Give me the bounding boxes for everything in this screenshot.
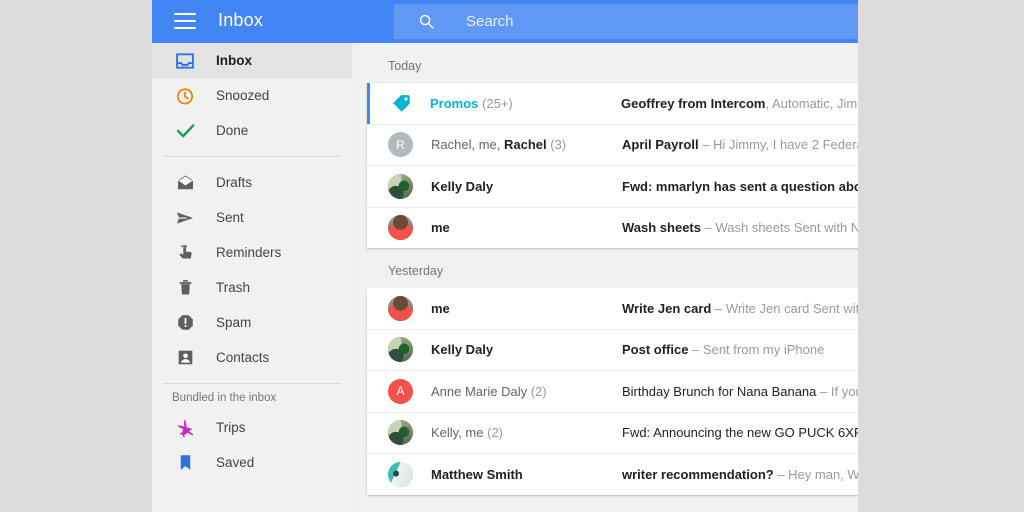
sidebar: Inbox Snoozed Done Drafts Sent Reminders…	[152, 43, 352, 512]
email-row[interactable]: Kelly, me (2) Fwd: Announcing the new GO …	[367, 412, 858, 454]
sidebar-item-sent[interactable]: Sent	[152, 200, 352, 235]
email-row[interactable]: A Anne Marie Daly (2) Birthday Brunch for …	[367, 371, 858, 413]
email-senders: me	[431, 300, 450, 316]
email-subject: April Payroll – Hi Jimmy, I have 2 Feder…	[622, 137, 858, 153]
email-subject: Fwd: Announcing the new GO PUCK 6XR +	[622, 425, 858, 441]
email-senders: Kelly Daly	[431, 342, 494, 358]
email-senders: Kelly Daly	[431, 178, 494, 194]
page-background-left	[0, 0, 152, 512]
avatar	[388, 215, 413, 241]
day-separator-label: Today	[388, 59, 422, 73]
email-senders: Anne Marie Daly (2)	[431, 383, 547, 399]
checkmark-icon	[172, 118, 198, 144]
row-accent-bar	[367, 83, 370, 124]
sidebar-item-snoozed[interactable]: Snoozed	[152, 78, 352, 113]
avatar	[388, 337, 413, 363]
app-bar: Inbox Search	[152, 0, 858, 43]
avatar	[388, 420, 413, 446]
email-row[interactable]: me Write Jen card – Write Jen card Sent w…	[367, 288, 858, 330]
page-background-right	[858, 0, 1024, 512]
sidebar-item-label: Trips	[216, 420, 246, 435]
avatar	[388, 295, 413, 321]
hamburger-menu-icon[interactable]	[174, 13, 196, 30]
sidebar-item-contacts[interactable]: Contacts	[152, 340, 352, 375]
email-row[interactable]: Kelly Daly Post office – Sent from my iPh…	[367, 329, 858, 371]
email-senders: Promos (25+)	[430, 95, 513, 111]
sidebar-bundle-heading: Bundled in the inbox	[172, 392, 277, 404]
airplane-icon	[172, 415, 198, 441]
sidebar-item-saved[interactable]: Saved	[152, 445, 352, 480]
email-row[interactable]: me Wash sheets – Wash sheets Sent with No…	[367, 207, 858, 248]
email-row[interactable]: Matthew Smith writer recommendation? – He…	[367, 454, 858, 495]
search-placeholder: Search	[466, 13, 514, 30]
email-subject: Geoffrey from Intercom, Automatic, Jimmy	[621, 95, 858, 111]
search-input[interactable]: Search	[394, 4, 858, 39]
email-row[interactable]: Promos (25+) Geoffrey from Intercom, Auto…	[367, 83, 858, 125]
sidebar-item-trash[interactable]: Trash	[152, 270, 352, 305]
email-senders: Kelly, me (2)	[431, 425, 503, 441]
paper-plane-icon	[172, 205, 198, 231]
avatar	[388, 173, 413, 199]
sidebar-divider-2	[164, 383, 340, 384]
sidebar-item-label: Saved	[216, 455, 255, 470]
avatar	[388, 461, 413, 487]
sidebar-item-label: Reminders	[216, 245, 282, 260]
email-subject: writer recommendation? – Hey man, We're	[622, 466, 858, 482]
email-row[interactable]: Kelly Daly Fwd: mmarlyn has sent a questi…	[367, 166, 858, 208]
sidebar-divider-1	[164, 156, 340, 157]
email-group-card: me Write Jen card – Write Jen card Sent w…	[367, 288, 858, 495]
page-title: Inbox	[218, 10, 264, 30]
email-row[interactable]: R Rachel, me, Rachel (3) April Payroll – H…	[367, 124, 858, 166]
email-subject: Wash sheets – Wash sheets Sent with Noto	[622, 220, 858, 236]
inbox-app-window: Inbox Search Inbox Snoozed Done Drafts S…	[152, 0, 858, 512]
sidebar-item-reminders[interactable]: Reminders	[152, 235, 352, 270]
email-subject: Write Jen card – Write Jen card Sent wit…	[622, 300, 858, 316]
sidebar-item-label: Drafts	[216, 175, 253, 190]
bookmark-icon	[172, 450, 198, 476]
sidebar-item-spam[interactable]: Spam	[152, 305, 352, 340]
trash-icon	[172, 275, 198, 301]
email-group-card: Promos (25+) Geoffrey from Intercom, Auto…	[367, 83, 858, 248]
email-subject: Fwd: mmarlyn has sent a question about i	[622, 178, 858, 194]
sidebar-item-label: Snoozed	[216, 88, 270, 103]
clock-icon	[172, 83, 198, 109]
sidebar-item-drafts[interactable]: Drafts	[152, 165, 352, 200]
email-subject: Birthday Brunch for Nana Banana – If you…	[622, 383, 858, 399]
email-list: Today Promos (25+) Geoffrey from Intercom,…	[359, 43, 858, 512]
sidebar-scrollbar-track[interactable]	[352, 43, 559, 512]
avatar: R	[388, 132, 413, 158]
sidebar-item-inbox[interactable]: Inbox	[152, 43, 352, 78]
sidebar-item-label: Spam	[216, 315, 252, 330]
sidebar-item-label: Trash	[216, 280, 251, 295]
envelope-open-icon	[172, 170, 198, 196]
day-separator-label: Yesterday	[388, 264, 444, 278]
search-icon	[418, 13, 435, 30]
email-senders: Matthew Smith	[431, 466, 523, 482]
promos-tag-icon	[390, 92, 412, 114]
finger-string-icon	[172, 240, 198, 266]
email-subject: Post office – Sent from my iPhone	[622, 342, 825, 358]
inbox-icon	[172, 48, 198, 74]
avatar: A	[388, 378, 413, 404]
screen: Inbox Search Inbox Snoozed Done Drafts S…	[0, 0, 1024, 512]
exclamation-octagon-icon	[172, 310, 198, 336]
sidebar-item-trips[interactable]: Trips	[152, 410, 352, 445]
sidebar-item-label: Sent	[216, 210, 244, 225]
sidebar-item-done[interactable]: Done	[152, 113, 352, 148]
contact-card-icon	[172, 345, 198, 371]
sidebar-item-label: Done	[216, 123, 249, 138]
sidebar-item-label: Inbox	[216, 53, 252, 68]
email-senders: Rachel, me, Rachel (3)	[431, 137, 567, 153]
sidebar-item-label: Contacts	[216, 350, 270, 365]
email-senders: me	[431, 220, 450, 236]
